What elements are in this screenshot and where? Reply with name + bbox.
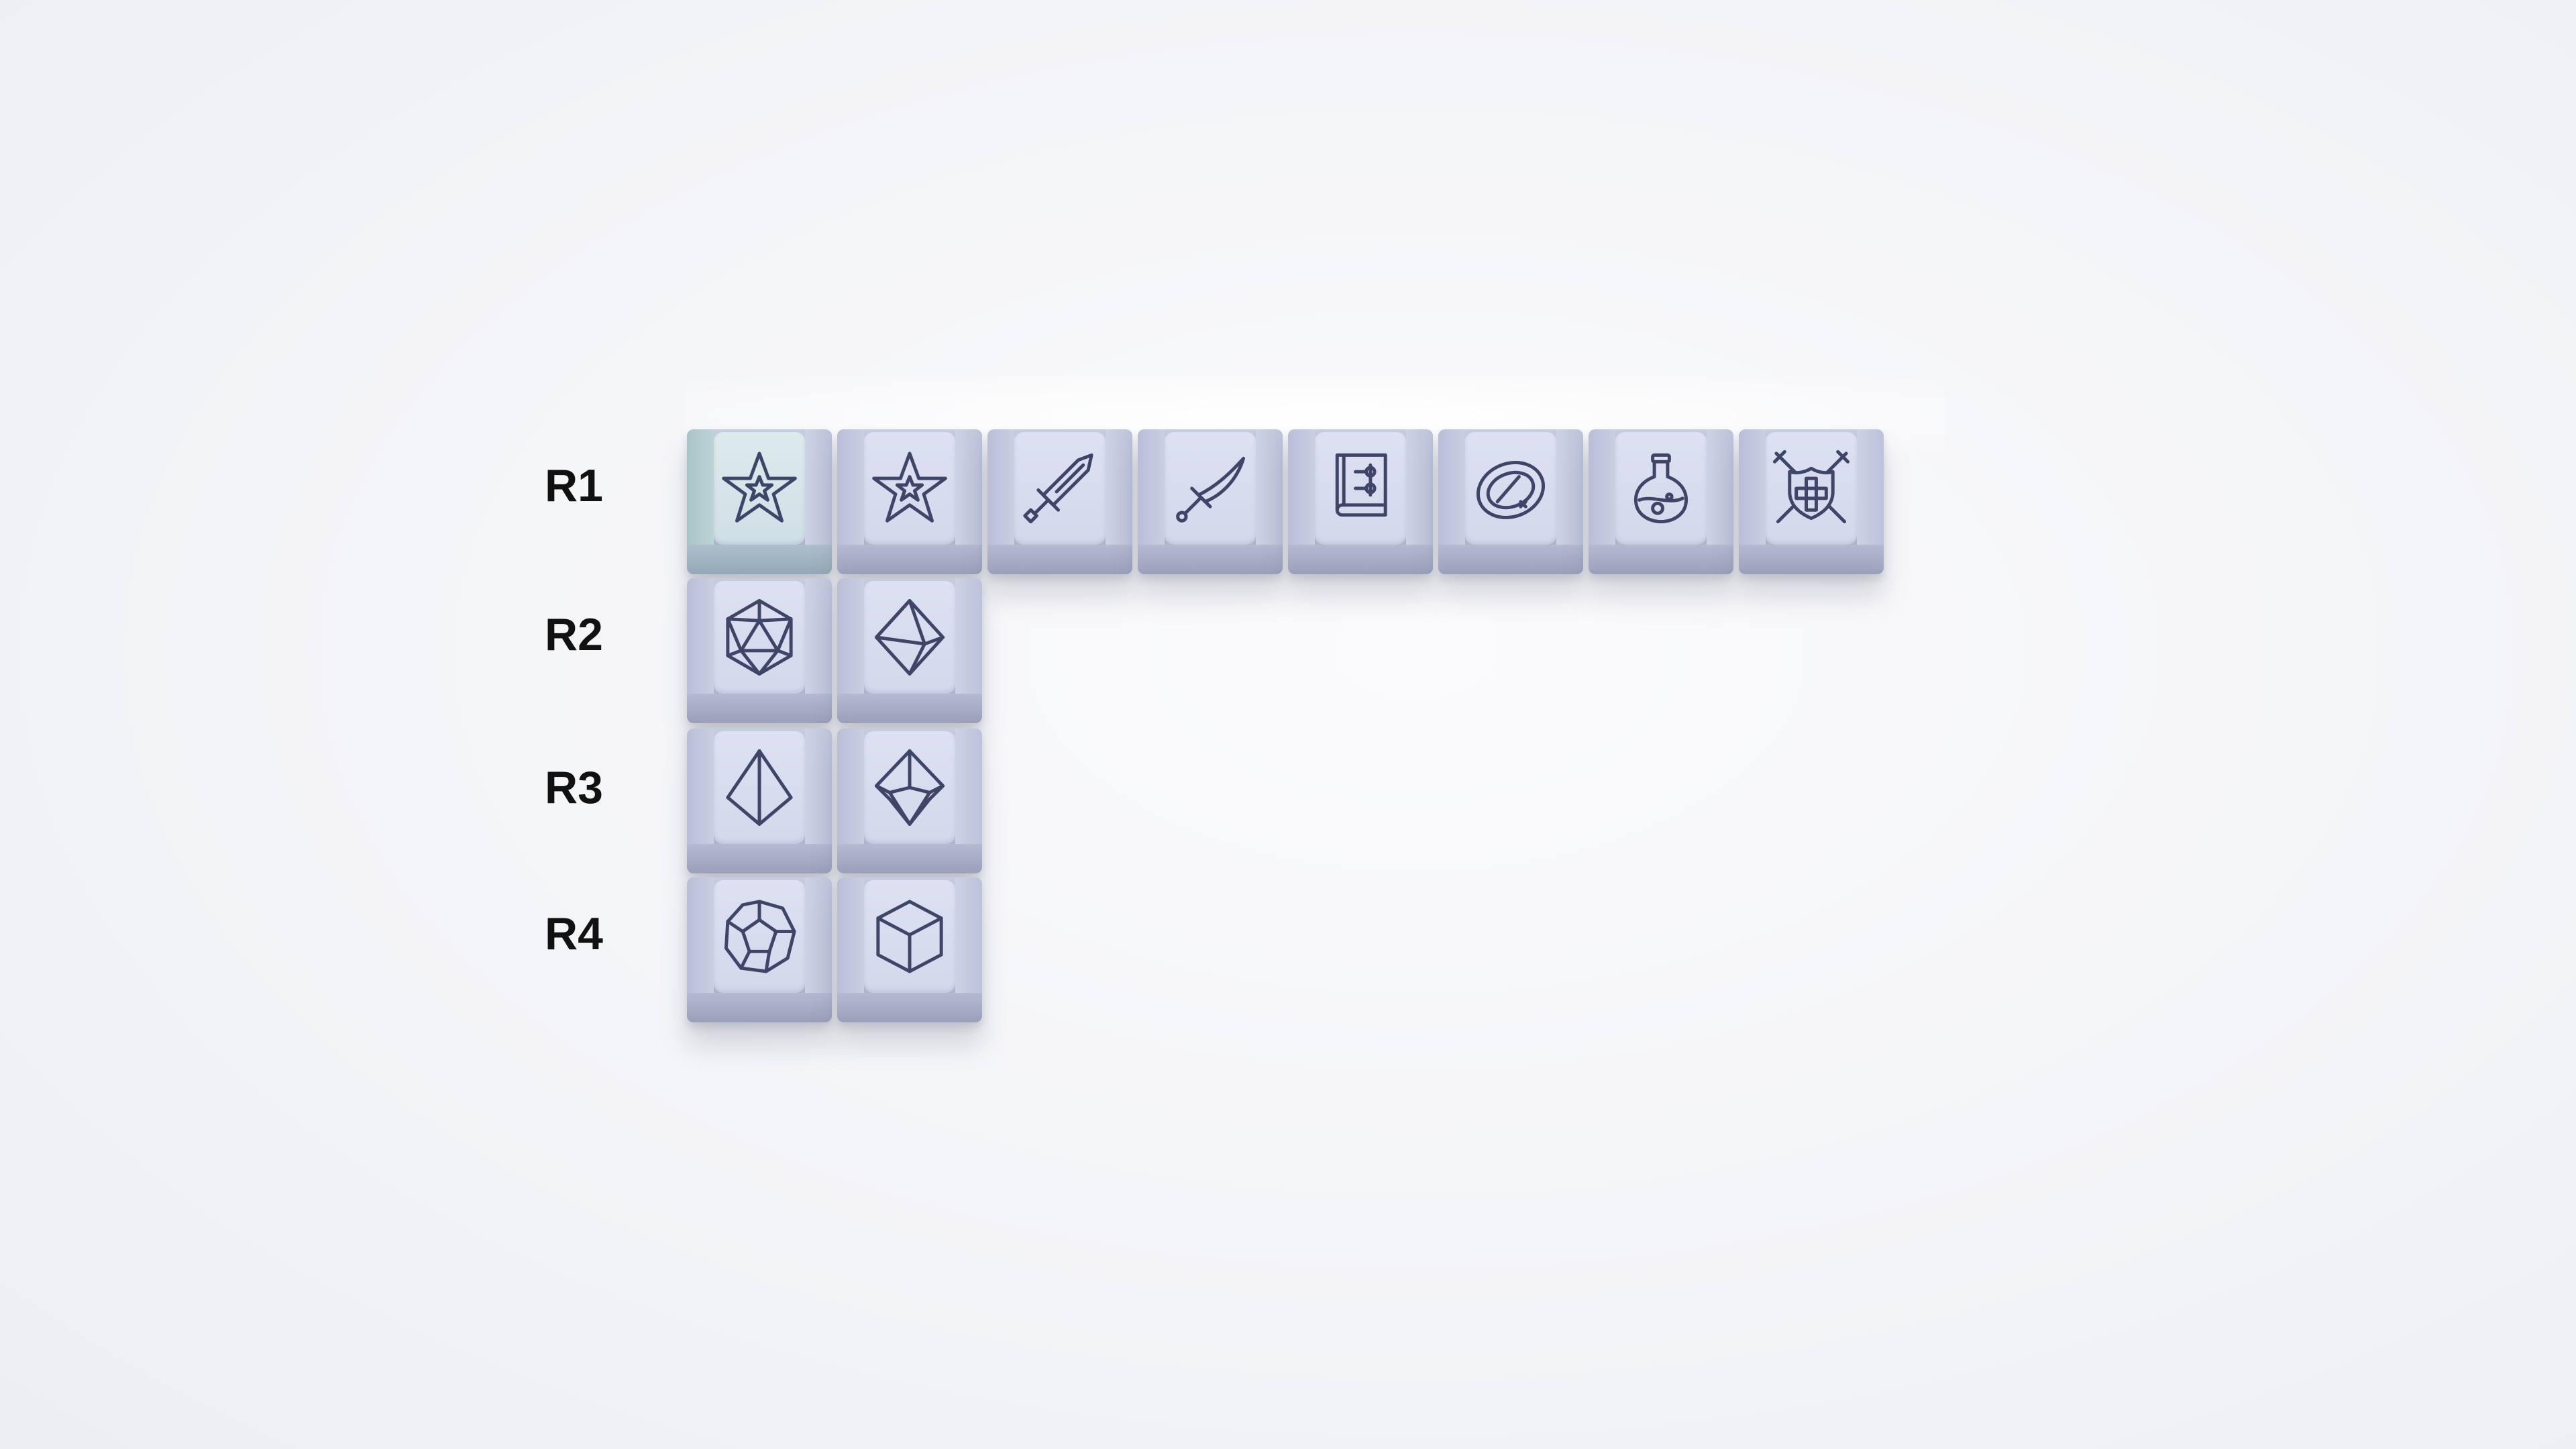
d12-icon	[724, 900, 796, 973]
keycap-star-accent[interactable]	[687, 429, 832, 574]
scimitar-icon	[1176, 456, 1246, 523]
keycap-scimitar[interactable]	[1138, 429, 1283, 574]
d4-icon	[726, 749, 793, 826]
star-icon	[722, 451, 797, 523]
keycap-star[interactable]	[837, 429, 982, 574]
keycap-spellbook[interactable]	[1288, 429, 1433, 574]
keycap-sword[interactable]	[987, 429, 1132, 574]
row-label-r2: R2	[545, 609, 603, 660]
keycap-d4[interactable]	[687, 729, 832, 873]
keycap-d6[interactable]	[837, 877, 982, 1022]
star-icon	[872, 451, 947, 523]
keycap-potion[interactable]	[1589, 429, 1733, 574]
d10-icon	[874, 749, 945, 826]
sword-icon	[1023, 453, 1093, 524]
d20-icon	[726, 598, 793, 676]
keycap-d10[interactable]	[837, 729, 982, 873]
keycap-shield-swords[interactable]	[1739, 429, 1884, 574]
row-label-r3: R3	[545, 762, 603, 813]
keycap-ring[interactable]	[1438, 429, 1583, 574]
keycap-d12[interactable]	[687, 877, 832, 1022]
row-label-r1: R1	[545, 460, 603, 511]
ring-icon	[1476, 461, 1546, 519]
potion-icon	[1633, 453, 1688, 524]
shield-crossed-swords-icon	[1772, 449, 1850, 524]
keycap-d8[interactable]	[837, 578, 982, 723]
spellbook-icon	[1335, 453, 1387, 517]
d8-icon	[874, 598, 945, 676]
row-label-r4: R4	[545, 908, 603, 959]
d6-icon	[876, 900, 943, 973]
keycap-d20[interactable]	[687, 578, 832, 723]
